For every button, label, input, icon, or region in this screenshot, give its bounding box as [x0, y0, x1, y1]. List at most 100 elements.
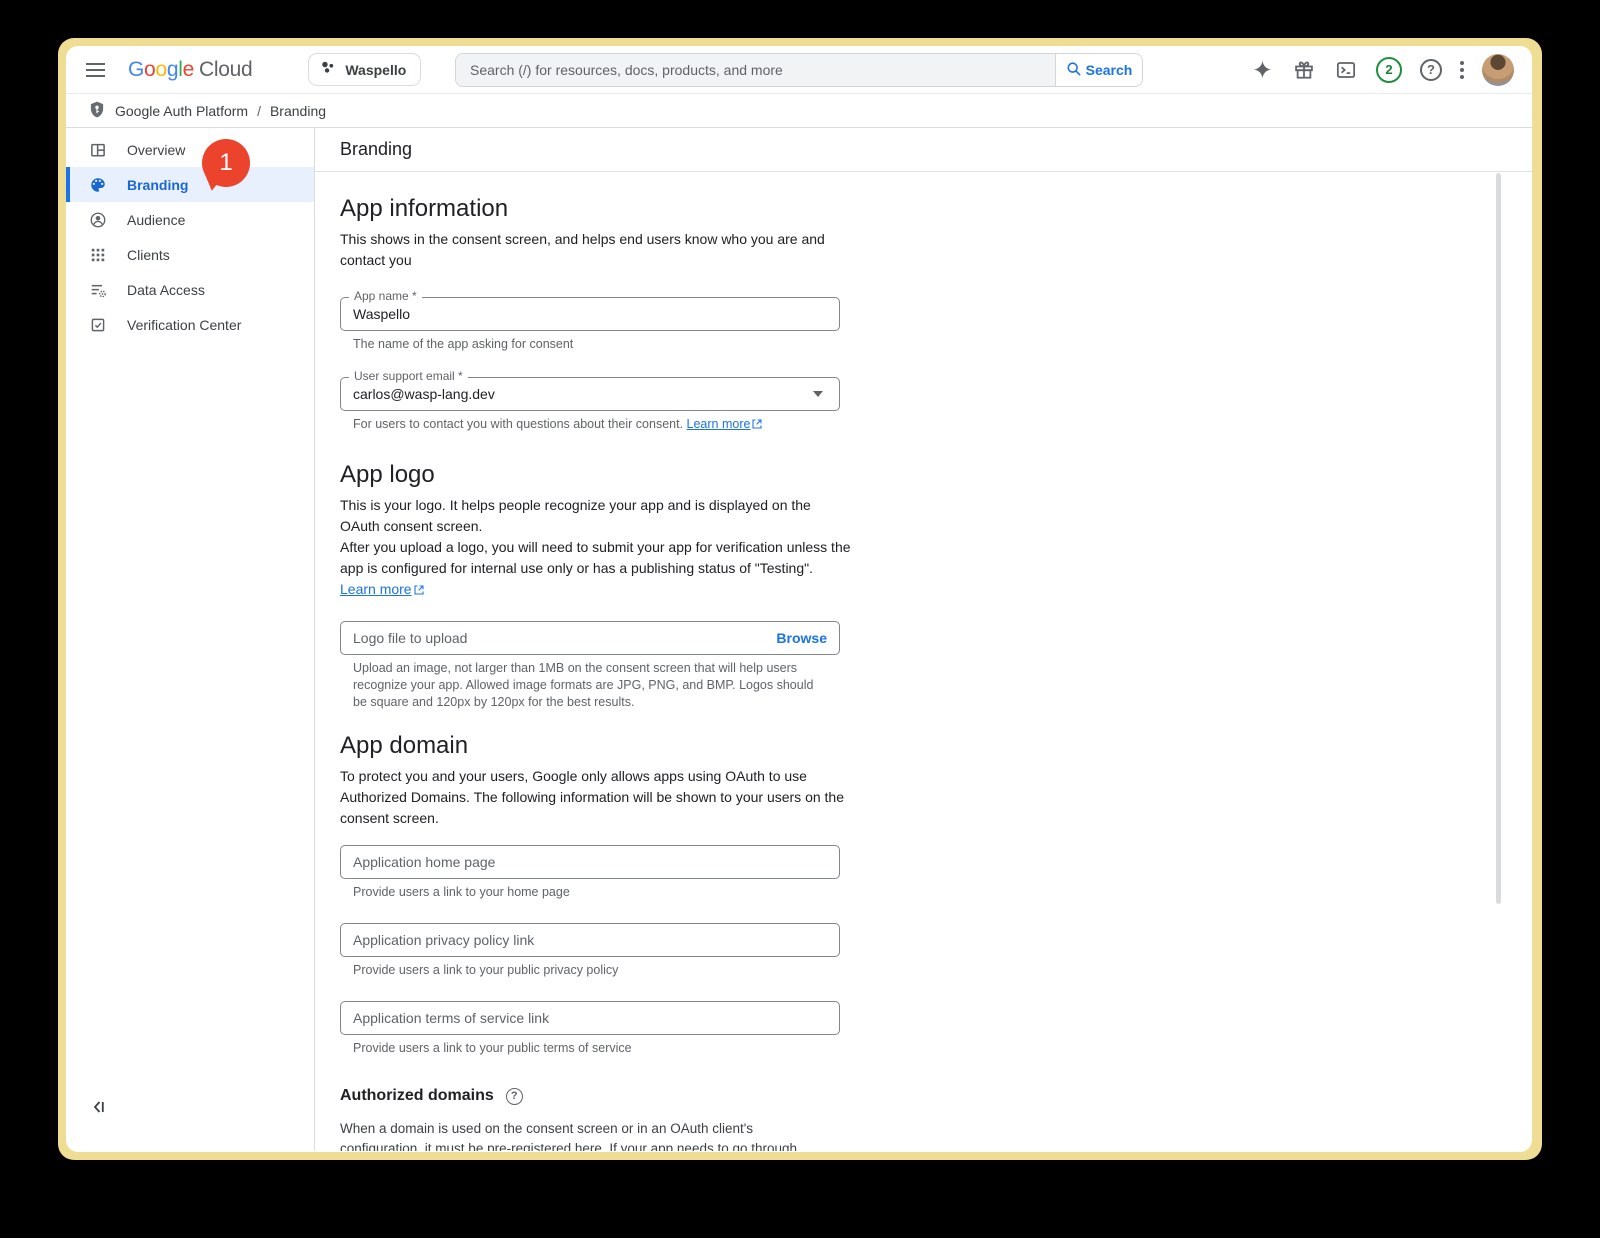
terms-of-service-field — [340, 1001, 840, 1035]
app-logo-learn-more: Learn more — [340, 579, 852, 601]
app-name-field: App name * — [340, 289, 840, 331]
home-page-input[interactable] — [353, 854, 827, 870]
help-icon[interactable]: ? — [1420, 58, 1442, 81]
page-header: Branding — [315, 128, 1532, 172]
sidebar-item-label: Overview — [127, 141, 186, 158]
logo-upload-field: Browse — [340, 621, 840, 655]
authorized-domains-description: When a domain is used on the consent scr… — [340, 1119, 836, 1151]
app-information-description: This shows in the consent screen, and he… — [340, 231, 825, 268]
support-email-label: User support email * — [349, 369, 468, 383]
logo-letter: e — [182, 57, 195, 81]
logo-cloud-text: Cloud — [198, 57, 253, 81]
logo-letter: o — [144, 57, 156, 81]
support-email-helper: For users to contact you with questions … — [353, 416, 821, 434]
chevron-down-icon[interactable] — [813, 391, 823, 397]
privacy-policy-input[interactable] — [353, 932, 827, 948]
app-name-label: App name * — [349, 289, 422, 303]
home-page-field — [340, 845, 840, 879]
overview-icon — [89, 141, 107, 159]
breadcrumb-separator: / — [257, 102, 261, 119]
sidebar-item-data-access[interactable]: Data Access — [66, 272, 314, 307]
help-glyph: ? — [1427, 62, 1435, 77]
search-icon — [1066, 61, 1082, 80]
list-gear-icon — [89, 281, 107, 299]
avatar[interactable] — [1482, 53, 1514, 86]
app-domain-description: To protect you and your users, Google on… — [340, 768, 844, 826]
cloud-shell-icon[interactable] — [1334, 58, 1358, 82]
step-badge-number: 1 — [219, 149, 233, 176]
logo-file-input[interactable] — [353, 630, 767, 646]
search-button-label: Search — [1085, 62, 1133, 78]
logo-letter: g — [166, 57, 179, 81]
palette-icon — [89, 176, 107, 194]
apps-grid-icon — [89, 246, 107, 264]
authorized-domains-header: Authorized domains ? — [340, 1087, 1532, 1105]
more-options-icon[interactable] — [1460, 60, 1464, 79]
sidebar-item-clients[interactable]: Clients — [66, 237, 314, 272]
sidebar-item-branding[interactable]: Branding — [66, 167, 314, 202]
content: App information This shows in the consen… — [315, 172, 1532, 1151]
support-email-field[interactable]: User support email * carlos@wasp-lang.de… — [340, 369, 840, 411]
google-cloud-logo[interactable]: G o o g l e Cloud — [128, 57, 253, 82]
shield-key-icon — [88, 100, 106, 122]
app-logo-learn-more-link[interactable]: Learn more — [340, 581, 412, 597]
topbar-actions: 2 ? — [1250, 53, 1532, 86]
checkbox-icon — [89, 316, 107, 334]
app-logo-description-1: This is your logo. It helps people recog… — [340, 497, 811, 534]
gemini-sparkle-icon[interactable] — [1250, 58, 1274, 82]
project-icon — [319, 59, 336, 81]
person-icon — [89, 211, 107, 229]
browse-button[interactable]: Browse — [766, 630, 827, 646]
terms-of-service-input[interactable] — [353, 1010, 827, 1026]
sidebar-item-label: Branding — [127, 176, 189, 193]
logo-upload-helper: Upload an image, not larger than 1MB on … — [353, 661, 814, 709]
project-selector[interactable]: Waspello — [308, 53, 422, 86]
sidebar-item-label: Audience — [127, 211, 186, 228]
sidebar-item-label: Verification Center — [127, 316, 242, 333]
app-domain-title: App domain — [340, 732, 469, 759]
authorized-domains-title: Authorized domains — [340, 1087, 494, 1104]
support-email-helper-text: For users to contact you with questions … — [353, 417, 684, 431]
collapse-sidebar-icon[interactable] — [89, 1097, 109, 1117]
top-app-bar: G o o g l e Cloud Waspello Search (/) fo… — [66, 46, 1532, 94]
sidebar: Overview Branding Audience Clients Data … — [66, 128, 315, 1151]
logo-letter: G — [128, 57, 145, 81]
breadcrumb-page: Branding — [269, 102, 327, 119]
app-logo-description-2: After you upload a logo, you will need t… — [340, 539, 851, 576]
sidebar-item-overview[interactable]: Overview — [66, 132, 314, 167]
page-title: Branding — [340, 139, 413, 159]
app-logo-title: App logo — [340, 461, 435, 488]
notification-count: 2 — [1385, 62, 1393, 77]
authorized-domains-text-1: When a domain is used on the consent scr… — [340, 1121, 798, 1151]
external-link-icon — [414, 580, 424, 601]
privacy-policy-helper: Provide users a link to your public priv… — [353, 963, 619, 977]
app-name-helper: The name of the app asking for consent — [353, 337, 574, 351]
authorized-domains-help-icon[interactable]: ? — [505, 1087, 523, 1105]
main-panel: Branding App information This shows in t… — [315, 128, 1532, 1151]
notifications-button[interactable]: 2 — [1376, 56, 1402, 83]
sidebar-item-verification-center[interactable]: Verification Center — [66, 307, 314, 342]
global-search: Search — [455, 53, 1143, 87]
logo-letter: o — [155, 57, 167, 81]
app-name-input[interactable] — [353, 306, 827, 322]
menu-icon[interactable] — [84, 58, 108, 82]
sidebar-item-label: Clients — [127, 246, 170, 263]
support-email-value: carlos@wasp-lang.dev — [353, 386, 495, 402]
step-badge: 1 — [202, 139, 250, 187]
gift-icon[interactable] — [1292, 58, 1316, 82]
home-page-helper: Provide users a link to your home page — [353, 885, 570, 899]
vertical-scrollbar[interactable] — [1496, 173, 1501, 904]
browser-window: G o o g l e Cloud Waspello Search (/) fo… — [66, 46, 1532, 1152]
privacy-policy-field — [340, 923, 840, 957]
external-link-icon — [752, 417, 763, 434]
project-name: Waspello — [345, 61, 407, 78]
support-email-learn-more-link[interactable]: Learn more — [687, 417, 751, 431]
search-input[interactable] — [456, 54, 1055, 86]
app-information-title: App information — [340, 195, 509, 222]
terms-of-service-helper: Provide users a link to your public term… — [353, 1041, 632, 1055]
sidebar-item-audience[interactable]: Audience — [66, 202, 314, 237]
breadcrumb: Google Auth Platform / Branding — [66, 94, 1532, 128]
breadcrumb-platform[interactable]: Google Auth Platform — [115, 103, 248, 119]
search-button[interactable]: Search — [1055, 54, 1142, 86]
body: Overview Branding Audience Clients Data … — [66, 128, 1532, 1151]
